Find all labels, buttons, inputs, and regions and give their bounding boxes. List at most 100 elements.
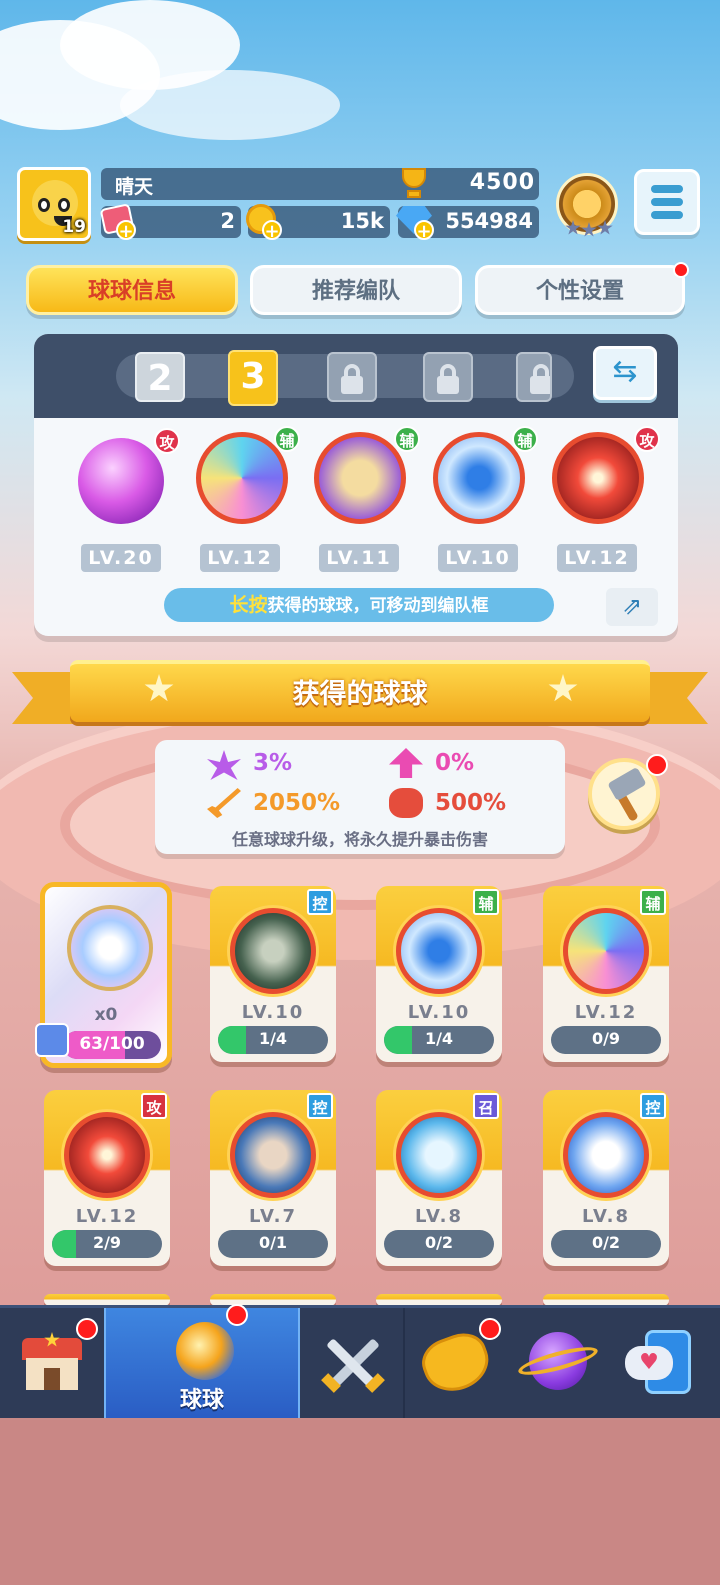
ball-level: LV.12: [574, 1002, 638, 1023]
team-slot-locked[interactable]: [516, 352, 552, 402]
tag-support: 辅: [274, 426, 300, 452]
tab-personal-settings[interactable]: 个性设置: [475, 265, 685, 315]
sword-icon: [207, 788, 241, 818]
notification-dot: [479, 1318, 501, 1340]
feather-ball-icon: [396, 1112, 482, 1198]
upgrade-ball-card[interactable]: x0 63/100: [35, 882, 172, 1068]
stats-description: 任意球球升级，将永久提升暴击伤害: [231, 830, 488, 849]
ticket-count: 2: [220, 209, 235, 233]
tag-support: 辅: [512, 426, 538, 452]
tag-support: 辅: [394, 426, 420, 452]
ball-level: LV.12: [75, 1206, 139, 1227]
arrow-up-icon: [389, 748, 423, 778]
swap-team-button[interactable]: ⇆: [593, 346, 657, 400]
ball-card[interactable]: 召 LV.8 0/2: [376, 1090, 502, 1266]
ball-level: LV.12: [557, 544, 637, 572]
tab-ball-info[interactable]: 球球信息: [26, 265, 238, 315]
fourth-stat-value: 500%: [435, 790, 507, 816]
ball-card[interactable]: 辅 LV.12 0/9: [543, 886, 669, 1062]
nav-balls-label: 球球: [179, 1388, 224, 1413]
bow-ball-icon[interactable]: [433, 432, 525, 524]
crystal-ball-icon[interactable]: [78, 438, 164, 524]
nav-battle[interactable]: [302, 1308, 404, 1418]
notification-dot: [76, 1318, 98, 1340]
warrior-ball-icon: [230, 1112, 316, 1198]
section-ribbon: 获得的球球: [70, 660, 650, 722]
fire-ball-icon: [64, 1112, 150, 1198]
upgrade-progress-bar: 63/100: [63, 1031, 161, 1059]
tag-control: 控: [640, 1093, 666, 1119]
rank-badge-icon[interactable]: [556, 173, 618, 237]
tag-support: 辅: [640, 889, 666, 915]
swap-arrows-icon: ⇆: [612, 354, 638, 389]
player-name: 晴天: [115, 176, 154, 198]
ball-progress-bar: 1/4: [384, 1026, 494, 1054]
ball-progress-bar: 2/9: [52, 1230, 162, 1258]
ball-level: LV.8: [415, 1206, 463, 1227]
ball-level: LV.10: [407, 1002, 471, 1023]
ball-progress-bar: 0/1: [218, 1230, 328, 1258]
menu-button[interactable]: [634, 169, 700, 235]
tab-recommended-team[interactable]: 推荐编队: [250, 265, 462, 315]
upgrade-ball-count: x0: [94, 1005, 118, 1025]
puzzle-icon: [35, 1023, 69, 1057]
tag-support: 辅: [473, 889, 499, 915]
nav-balls[interactable]: 球球: [104, 1308, 300, 1418]
gem-count: 554984: [445, 209, 533, 233]
swirl-ball-icon[interactable]: [196, 432, 288, 524]
player-level: 19: [62, 217, 86, 237]
player-name-bar: 晴天 4500: [101, 168, 539, 200]
ball-level: LV.10: [438, 544, 518, 572]
magician-ball-icon: [563, 1112, 649, 1198]
ball-level: LV.12: [200, 544, 280, 572]
second-stat-value: 0%: [435, 750, 475, 776]
add-gem-icon[interactable]: +: [414, 220, 434, 242]
share-button[interactable]: ⇗: [606, 588, 658, 626]
team-slot-3[interactable]: 3: [228, 350, 278, 406]
notification-dot: [646, 754, 668, 776]
trophy-count: 4500: [469, 170, 535, 195]
ball-progress-bar: 0/9: [551, 1026, 661, 1054]
chat-heart-icon: ♥: [625, 1346, 673, 1380]
ball-cannon-icon: [176, 1322, 234, 1380]
crit-stats-panel: 3% 0% 2050% 500% 任意球球升级，将永久提升暴击伤害: [155, 740, 565, 854]
tag-attack: 攻: [634, 426, 660, 452]
team-slot-locked[interactable]: [327, 352, 377, 402]
trophy-icon: [396, 166, 432, 202]
tag-attack: 攻: [141, 1093, 167, 1119]
crit-chance-value: 3%: [253, 750, 293, 776]
player-avatar[interactable]: 19: [17, 167, 91, 241]
ball-card[interactable]: 攻 LV.12 2/9: [44, 1090, 170, 1266]
coin-count: 15k: [340, 209, 384, 233]
ball-card[interactable]: 控 LV.7 0/1: [210, 1090, 336, 1266]
ball-level: LV.7: [249, 1206, 297, 1227]
ball-progress-bar: 0/2: [384, 1230, 494, 1258]
crit-damage-value: 2050%: [253, 790, 341, 816]
ball-card[interactable]: 辅 LV.10 1/4: [376, 886, 502, 1062]
ball-card[interactable]: 控 LV.8 0/2: [543, 1090, 669, 1266]
add-coin-icon[interactable]: +: [262, 220, 282, 242]
ball-progress-bar: 0/2: [551, 1230, 661, 1258]
notification-dot: [226, 1304, 248, 1326]
crossed-swords-icon: [318, 1336, 388, 1396]
team-slot-locked[interactable]: [423, 352, 473, 402]
add-ticket-icon[interactable]: +: [116, 220, 136, 242]
team-hint: 长按获得的球球，可移动到编队框: [164, 588, 554, 622]
tag-attack: 攻: [154, 428, 180, 454]
nav-planet[interactable]: [507, 1308, 609, 1418]
ball-card[interactable]: 控 LV.10 1/4: [210, 886, 336, 1062]
swirl-ball-icon: [563, 908, 649, 994]
crit-chance-icon: [207, 750, 241, 780]
fire-ball-icon[interactable]: [552, 432, 644, 524]
team-slot-2[interactable]: 2: [135, 352, 185, 402]
shop-icon: [22, 1332, 82, 1392]
tag-summon: 召: [473, 1093, 499, 1119]
tag-control: 控: [307, 889, 333, 915]
ninja-ball-icon: [230, 908, 316, 994]
ball-level: LV.11: [319, 544, 399, 572]
bow-ball-icon: [396, 908, 482, 994]
share-icon: ⇗: [621, 592, 643, 620]
ball-progress-bar: 1/4: [218, 1026, 328, 1054]
clone-ball-icon[interactable]: [314, 432, 406, 524]
nav-chat[interactable]: ♥: [609, 1308, 720, 1418]
